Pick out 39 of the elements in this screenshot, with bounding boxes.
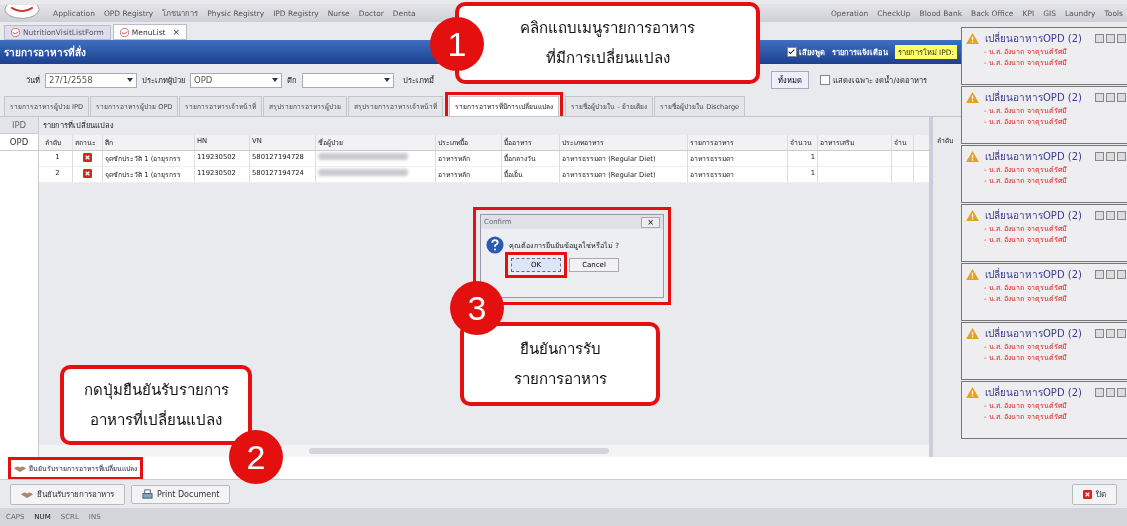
- confirm-food-button[interactable]: ยืนยันรับรายการอาหาร: [10, 483, 125, 505]
- notification-title: เปลี่ยนอาหารOPD (2): [985, 385, 1083, 400]
- side-tab[interactable]: IPD: [0, 117, 38, 134]
- warning-icon: [966, 151, 979, 162]
- notification-title: เปลี่ยนอาหารOPD (2): [985, 326, 1083, 341]
- form-icon: [11, 28, 20, 37]
- form-title: รายการอาหารที่สั่ง: [4, 44, 86, 60]
- close-button[interactable]: ×: [641, 216, 660, 228]
- notification-title: เปลี่ยนอาหารOPD (2): [985, 208, 1083, 223]
- close-tab-button[interactable]: ×: [172, 27, 181, 37]
- notification-title: เปลี่ยนอาหารOPD (2): [985, 149, 1083, 164]
- handshake-icon: [21, 490, 33, 498]
- warning-icon: [966, 328, 979, 339]
- print-button[interactable]: Print Document: [131, 484, 231, 504]
- notification-title: เปลี่ยนอาหารOPD (2): [985, 90, 1083, 105]
- notification-title: เปลี่ยนอาหารOPD (2): [985, 267, 1083, 282]
- logo-icon: [4, 5, 40, 21]
- callout-text: ยืนยันการรับ รายการอาหาร: [513, 339, 607, 390]
- warning-icon: [966, 92, 979, 103]
- printer-icon: [142, 488, 153, 500]
- caret-icon: [384, 78, 390, 82]
- warning-icon: [966, 33, 979, 44]
- warning-icon: [966, 210, 979, 221]
- handshake-icon: [14, 464, 26, 472]
- caret-icon: [127, 78, 133, 82]
- notification-title: เปลี่ยนอาหารOPD (2): [985, 31, 1083, 46]
- form-icon: [119, 27, 129, 37]
- delete-icon[interactable]: [83, 169, 92, 178]
- ward-dropdown[interactable]: [302, 72, 394, 88]
- warning-icon: [966, 269, 979, 280]
- delete-icon[interactable]: [83, 153, 92, 162]
- date-dropdown[interactable]: 27/1/2558: [45, 72, 137, 88]
- callout-text: คลิกแถบเมนูรายการอาหาร ที่มีการเปลี่ยนแปลง: [520, 18, 695, 69]
- caret-icon: [272, 78, 278, 82]
- callout-text: กดปุ่มยืนยันรับรายการ อาหารที่เปลี่ยนแปลง: [83, 380, 229, 431]
- close-button[interactable]: ปิด: [1072, 483, 1117, 505]
- question-icon: [486, 236, 504, 254]
- patient-type-dropdown[interactable]: OPD: [190, 72, 282, 88]
- warning-icon: [966, 387, 979, 398]
